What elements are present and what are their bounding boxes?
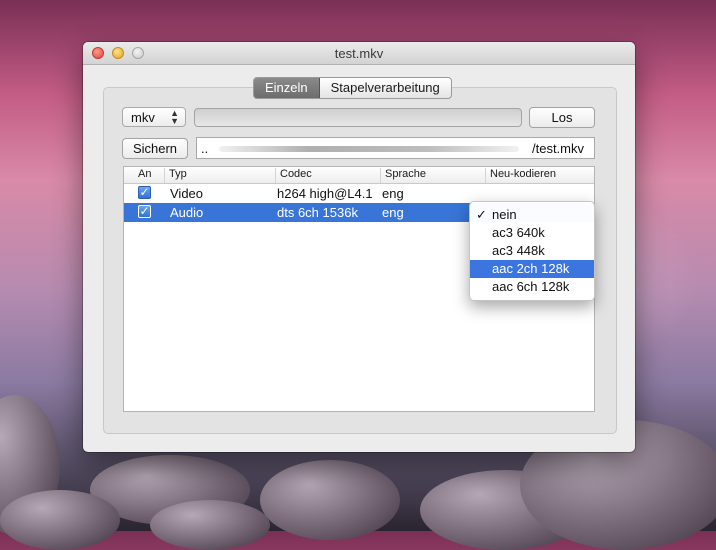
wallpaper-rock <box>260 460 400 540</box>
cell-language: eng <box>382 186 404 201</box>
table-header: An Typ Codec Sprache Neu-kodieren <box>124 167 594 184</box>
menu-item-aac-6ch-128k[interactable]: aac 6ch 128k <box>470 278 594 296</box>
reencode-dropdown-menu: ✓ nein ac3 640k ac3 448k aac 2ch 128k aa… <box>469 201 595 301</box>
cell-type: Video <box>170 186 204 201</box>
output-path-field[interactable]: .. /test.mkv <box>196 137 595 159</box>
menu-item-nein[interactable]: ✓ nein <box>470 206 594 224</box>
cell-language: eng <box>382 205 404 220</box>
updown-arrows-icon: ▲ ▼ <box>170 108 179 126</box>
menu-item-aac-2ch-128k[interactable]: aac 2ch 128k <box>470 260 594 278</box>
menu-item-ac3-448k[interactable]: ac3 448k <box>470 242 594 260</box>
start-button[interactable]: Los <box>529 107 595 128</box>
output-path-filename: /test.mkv <box>531 141 584 156</box>
checkmark-icon: ✓ <box>476 207 487 222</box>
wallpaper-rock <box>0 490 120 550</box>
column-header-codec[interactable]: Codec <box>275 168 380 183</box>
mode-tabs: Einzeln Stapelverarbeitung <box>253 77 452 99</box>
column-header-neu-kodieren[interactable]: Neu-kodieren <box>485 168 594 183</box>
menu-item-ac3-640k[interactable]: ac3 640k <box>470 224 594 242</box>
format-popup-value: mkv <box>131 110 155 125</box>
menu-item-label: nein <box>492 207 517 222</box>
tab-einzeln[interactable]: Einzeln <box>254 78 320 98</box>
menu-item-label: ac3 448k <box>492 243 545 258</box>
menu-item-label: aac 6ch 128k <box>492 279 570 294</box>
title-bar[interactable]: test.mkv <box>83 42 635 65</box>
column-header-typ[interactable]: Typ <box>164 168 275 183</box>
progress-bar <box>194 108 522 127</box>
tab-stapelverarbeitung[interactable]: Stapelverarbeitung <box>320 78 451 98</box>
cell-codec: h264 high@L4.1 <box>277 186 373 201</box>
wallpaper-rock <box>150 500 270 550</box>
save-button[interactable]: Sichern <box>122 138 188 159</box>
cell-type: Audio <box>170 205 204 220</box>
enable-checkbox[interactable]: ✓ <box>138 205 151 218</box>
enable-checkbox[interactable]: ✓ <box>138 186 151 199</box>
output-path-prefix: .. <box>201 141 209 156</box>
menu-item-label: ac3 640k <box>492 225 545 240</box>
column-header-sprache[interactable]: Sprache <box>380 168 485 183</box>
format-popup[interactable]: mkv ▲ ▼ <box>122 107 186 127</box>
redacted-path-segment <box>219 146 519 152</box>
menu-item-label: aac 2ch 128k <box>492 261 570 276</box>
cell-codec: dts 6ch 1536k <box>277 205 358 220</box>
window-title: test.mkv <box>334 46 384 61</box>
column-header-an[interactable]: An <box>124 168 164 183</box>
